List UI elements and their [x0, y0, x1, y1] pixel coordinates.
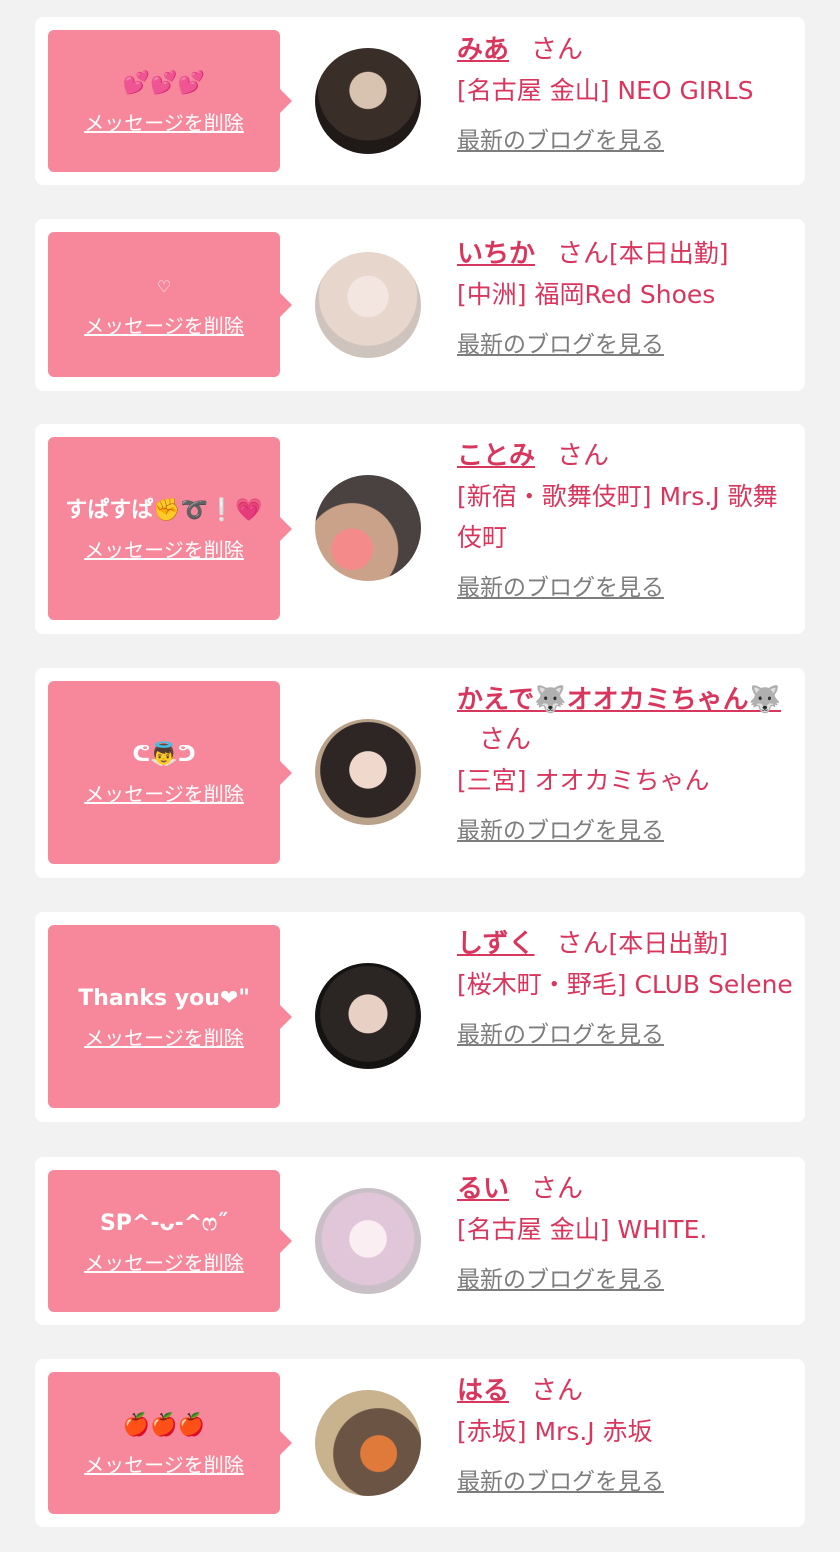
- shop-name: [名古屋 金山] NEO GIRLS: [457, 76, 754, 105]
- message-bubble: Thanks you❤︎" メッセージを削除: [48, 925, 292, 1108]
- latest-blog-link[interactable]: 最新のブログを見る: [457, 325, 664, 359]
- girl-name-link[interactable]: しずく: [457, 929, 534, 959]
- latest-blog-link[interactable]: 最新のブログを見る: [457, 121, 664, 155]
- avatar[interactable]: [315, 719, 421, 825]
- status-badge: [本日出勤]: [608, 929, 729, 958]
- message-text: すぱすぱ✊➰❕💗: [65, 498, 263, 523]
- honorific: さん: [531, 1174, 584, 1204]
- message-bubble: ♡ メッセージを削除: [48, 232, 292, 377]
- message-card: ᕦ👼ᕤ メッセージを削除 かえで🐺オオカミちゃん🐺 さん [三宮] オオカミちゃん…: [35, 668, 805, 878]
- avatar[interactable]: [315, 1188, 421, 1294]
- shop-name: [赤坂] Mrs.J 赤坂: [457, 1417, 653, 1446]
- status-badge: [本日出勤]: [609, 239, 729, 268]
- message-card: SP^-ᴗ-^ෆ˝ メッセージを削除 るい さん [名古屋 金山] WHITE. …: [35, 1157, 805, 1325]
- girl-name-link[interactable]: はる: [457, 1376, 509, 1406]
- honorific: さん: [557, 239, 610, 269]
- shop-name: [桜木町・野毛] CLUB Selene: [457, 970, 793, 999]
- delete-message-link[interactable]: メッセージを削除: [84, 778, 244, 807]
- delete-message-link[interactable]: メッセージを削除: [84, 310, 244, 339]
- girl-name-link[interactable]: かえで🐺オオカミちゃん🐺: [457, 685, 781, 715]
- message-text: SP^-ᴗ-^ෆ˝: [99, 1210, 229, 1236]
- avatar[interactable]: [315, 252, 421, 358]
- delete-message-link[interactable]: メッセージを削除: [84, 1247, 244, 1276]
- shop-name: [新宿・歌舞伎町] Mrs.J 歌舞伎町: [457, 482, 778, 552]
- delete-message-link[interactable]: メッセージを削除: [84, 107, 244, 136]
- message-card: 🍎🍎🍎 メッセージを削除 はる さん [赤坂] Mrs.J 赤坂 最新のブログを見…: [35, 1359, 805, 1527]
- message-text: ᕦ👼ᕤ: [132, 742, 196, 767]
- message-bubble: 💕💕💕 メッセージを削除: [48, 30, 292, 172]
- avatar[interactable]: [315, 963, 421, 1069]
- message-card: 💕💕💕 メッセージを削除 みあ さん [名古屋 金山] NEO GIRLS 最新の…: [35, 17, 805, 185]
- honorific: さん: [531, 1376, 584, 1406]
- latest-blog-link[interactable]: 最新のブログを見る: [457, 811, 664, 845]
- honorific: さん: [479, 725, 532, 755]
- message-card: すぱすぱ✊➰❕💗 メッセージを削除 ことみ さん [新宿・歌舞伎町] Mrs.J …: [35, 424, 805, 634]
- girl-name-link[interactable]: ことみ: [457, 441, 535, 471]
- message-bubble: すぱすぱ✊➰❕💗 メッセージを削除: [48, 437, 292, 620]
- message-bubble: SP^-ᴗ-^ෆ˝ メッセージを削除: [48, 1170, 292, 1312]
- message-text: ♡: [156, 277, 172, 296]
- message-text: 🍎🍎🍎: [122, 1412, 206, 1438]
- message-text: Thanks you❤︎": [78, 986, 250, 1011]
- shop-name: [三宮] オオカミちゃん: [457, 766, 710, 795]
- avatar[interactable]: [315, 1390, 421, 1496]
- message-text: 💕💕💕: [122, 70, 206, 96]
- girl-name-link[interactable]: るい: [457, 1174, 509, 1204]
- latest-blog-link[interactable]: 最新のブログを見る: [457, 568, 664, 602]
- honorific: さん: [557, 441, 610, 471]
- honorific: さん: [531, 35, 584, 65]
- delete-message-link[interactable]: メッセージを削除: [84, 1022, 244, 1051]
- delete-message-link[interactable]: メッセージを削除: [84, 534, 244, 563]
- girl-name-link[interactable]: みあ: [457, 35, 509, 65]
- message-bubble: 🍎🍎🍎 メッセージを削除: [48, 1372, 292, 1514]
- avatar[interactable]: [315, 475, 421, 581]
- latest-blog-link[interactable]: 最新のブログを見る: [457, 1260, 664, 1294]
- delete-message-link[interactable]: メッセージを削除: [84, 1449, 244, 1478]
- shop-name: [名古屋 金山] WHITE.: [457, 1215, 708, 1244]
- latest-blog-link[interactable]: 最新のブログを見る: [457, 1015, 664, 1049]
- message-bubble: ᕦ👼ᕤ メッセージを削除: [48, 681, 292, 864]
- avatar[interactable]: [315, 48, 421, 154]
- shop-name: [中洲] 福岡Red Shoes: [457, 280, 716, 309]
- girl-name-link[interactable]: いちか: [457, 239, 535, 269]
- honorific: さん: [556, 929, 609, 959]
- message-card: ♡ メッセージを削除 いちか さん[本日出勤] [中洲] 福岡Red Shoes …: [35, 219, 805, 391]
- message-card: Thanks you❤︎" メッセージを削除 しずく さん[本日出勤] [桜木町・…: [35, 912, 805, 1122]
- latest-blog-link[interactable]: 最新のブログを見る: [457, 1462, 664, 1496]
